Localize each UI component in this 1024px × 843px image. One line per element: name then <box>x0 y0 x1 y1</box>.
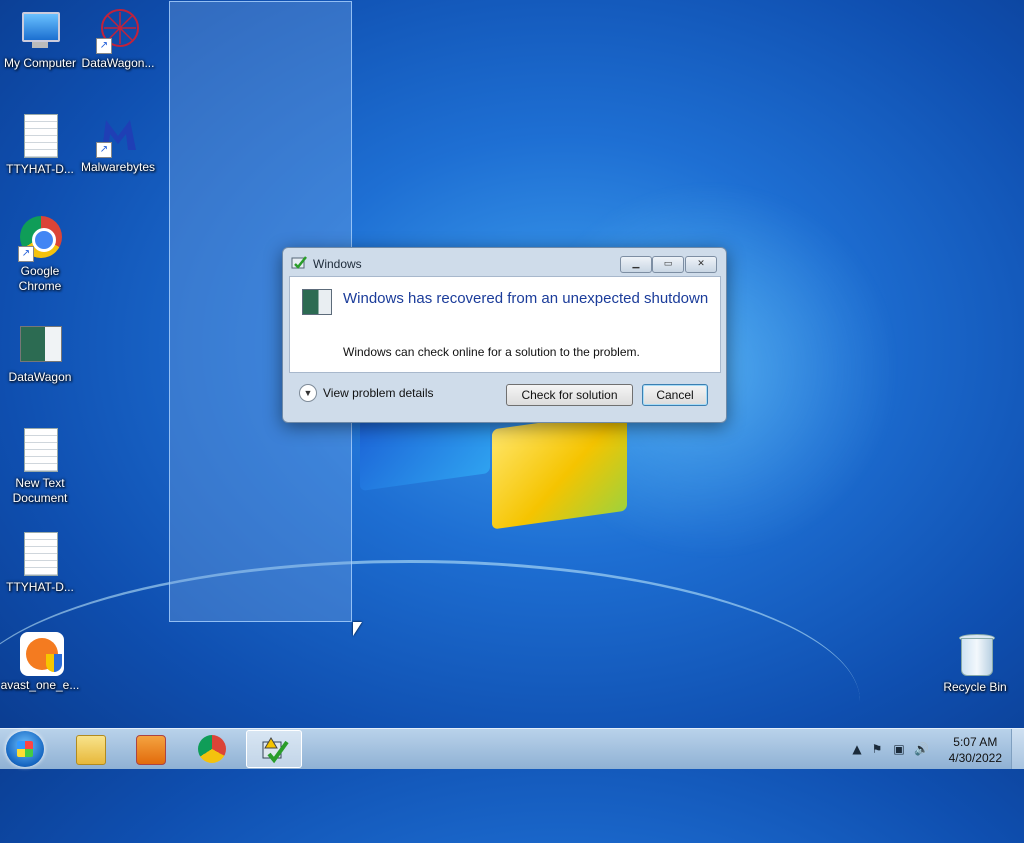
volume-icon[interactable]: 🔊 <box>914 742 929 756</box>
chrome-icon <box>198 735 226 763</box>
malwarebytes-icon: ↗ <box>96 112 140 158</box>
close-button[interactable]: ✕ <box>685 256 717 273</box>
desktop-icon-malwarebytes[interactable]: ↗ Malwarebytes <box>78 112 158 175</box>
application-icon <box>302 289 332 315</box>
recycle-bin-icon <box>953 632 997 676</box>
text-document-icon <box>18 532 62 576</box>
check-for-solution-button[interactable]: Check for solution <box>506 384 633 406</box>
shortcut-arrow-icon: ↗ <box>96 38 112 54</box>
icon-label: Malwarebytes <box>80 160 156 174</box>
icon-label: TTYHAT-D... <box>6 580 74 594</box>
dialog-footer: ▼ View problem details Check for solutio… <box>289 376 721 412</box>
desktop-icon-ttyhat-2[interactable]: TTYHAT-D... <box>0 532 80 595</box>
recovery-dialog: Windows ▁ ▭ ✕ Windows has recovered from… <box>282 247 727 423</box>
icon-label: Recycle Bin <box>943 680 1007 694</box>
problem-reports-icon <box>291 256 307 269</box>
shortcut-arrow-icon: ↗ <box>96 142 112 158</box>
icon-label: DataWagon... <box>81 56 155 70</box>
view-problem-details-toggle[interactable]: ▼ View problem details <box>299 384 434 402</box>
clock[interactable]: 5:07 AM 4/30/2022 <box>949 734 1002 766</box>
desktop-icon-avast-installer[interactable]: avast_one_e... <box>0 630 80 693</box>
show-hidden-icons-arrow-icon[interactable]: ▲ <box>850 742 864 756</box>
icon-label: My Computer <box>3 56 77 70</box>
text-document-icon <box>18 428 62 472</box>
desktop-icon-new-text-document[interactable]: New Text Document <box>0 428 80 506</box>
taskbar-media-player[interactable] <box>122 730 178 768</box>
desktop-icon-my-computer[interactable]: My Computer <box>0 8 80 71</box>
icon-label: avast_one_e... <box>0 678 80 692</box>
chrome-icon: ↗ <box>18 216 62 262</box>
windows-logo-yellow-pane <box>492 410 627 530</box>
clock-time: 5:07 AM <box>953 735 998 749</box>
datawagon-icon <box>18 322 62 366</box>
dialog-headline: Windows has recovered from an unexpected… <box>343 290 709 307</box>
desktop-icon-google-chrome[interactable]: ↗ Google Chrome <box>0 216 80 294</box>
avast-installer-icon <box>18 630 64 676</box>
details-label: View problem details <box>323 386 434 400</box>
desktop-icon-recycle-bin[interactable]: Recycle Bin <box>935 632 1015 695</box>
cancel-button[interactable]: Cancel <box>642 384 708 406</box>
dialog-title: Windows <box>313 257 362 271</box>
maximize-button[interactable]: ▭ <box>652 256 684 273</box>
mouse-cursor-icon <box>353 622 362 636</box>
desktop-icon-ttyhat-1[interactable]: TTYHAT-D... <box>0 114 80 177</box>
icon-label: Google Chrome <box>18 264 62 293</box>
show-desktop-button[interactable] <box>1011 729 1024 769</box>
taskbar-chrome[interactable] <box>184 730 240 768</box>
wallpaper-swoosh <box>0 560 860 843</box>
media-player-icon <box>136 735 166 765</box>
icon-label: New Text Document <box>12 476 68 505</box>
text-document-icon <box>18 114 62 158</box>
system-tray: ▲ ⚑ ▣ 🔊 5:07 AM 4/30/2022 <box>844 729 1024 769</box>
minimize-button[interactable]: ▁ <box>620 256 652 273</box>
desktop-icon-datawagon[interactable]: DataWagon <box>0 322 80 385</box>
windows-flag-icon <box>17 741 33 757</box>
icon-label: DataWagon <box>8 370 72 384</box>
clock-date: 4/30/2022 <box>948 751 1002 765</box>
desktop-icon-datawagon-shortcut[interactable]: ↗ DataWagon... <box>78 8 158 71</box>
windows-explorer-icon <box>76 735 106 765</box>
taskbar-explorer[interactable] <box>62 730 118 768</box>
chevron-down-icon: ▼ <box>299 384 317 402</box>
dialog-content: Windows has recovered from an unexpected… <box>289 276 721 373</box>
network-icon[interactable]: ▣ <box>892 742 906 756</box>
dialog-titlebar[interactable]: Windows ▁ ▭ ✕ <box>283 248 726 276</box>
icon-label: TTYHAT-D... <box>6 162 74 176</box>
problem-reporting-icon <box>262 737 289 764</box>
taskbar: ▲ ⚑ ▣ 🔊 5:07 AM 4/30/2022 <box>0 728 1024 769</box>
datawagon-shortcut-icon: ↗ <box>96 8 140 54</box>
taskbar-problem-reporting[interactable] <box>246 730 302 768</box>
start-button[interactable] <box>6 731 44 767</box>
computer-icon <box>18 8 62 52</box>
shortcut-arrow-icon: ↗ <box>18 246 34 262</box>
dialog-message: Windows can check online for a solution … <box>343 345 640 359</box>
action-center-flag-icon[interactable]: ⚑ <box>870 742 884 756</box>
